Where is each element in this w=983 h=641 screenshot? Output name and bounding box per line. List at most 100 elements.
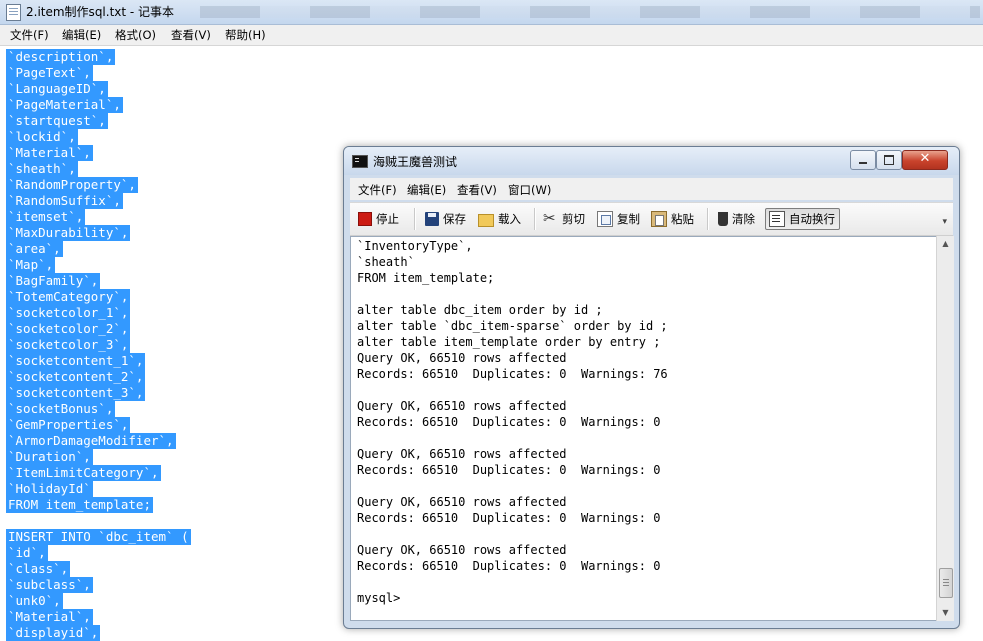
notepad-line: `socketcontent_3`, (6, 385, 146, 401)
scroll-down-icon[interactable]: ▼ (937, 605, 954, 621)
notepad-line: `MaxDurability`, (6, 225, 131, 241)
notepad-line: `sheath`, (6, 161, 78, 177)
notepad-line: `ArmorDamageModifier`, (6, 433, 176, 449)
notepad-menubar: 文件(F) 编辑(E) 格式(O) 查看(V) 帮助(H) (0, 25, 983, 46)
stop-icon (358, 212, 372, 226)
console-window-title: 海贼王魔兽测试 (373, 155, 458, 169)
cut-button[interactable]: 剪切 (543, 209, 585, 228)
notepad-line: `socketcolor_1`, (6, 305, 131, 321)
scissors-icon (543, 209, 558, 227)
notepad-line: `socketcontent_1`, (6, 353, 146, 369)
copy-icon (597, 211, 613, 227)
console-line: alter table `dbc_item-sparse` order by i… (357, 319, 668, 333)
notepad-line: `socketcontent_2`, (6, 369, 146, 385)
notepad-icon (6, 4, 21, 21)
console-line: Records: 66510 Duplicates: 0 Warnings: 7… (357, 367, 668, 381)
close-button[interactable]: ✕ (902, 150, 948, 170)
notepad-line: `LanguageID`, (6, 81, 108, 97)
clear-label: 清除 (732, 212, 755, 226)
notepad-line: `GemProperties`, (6, 417, 131, 433)
notepad-line: `area`, (6, 241, 63, 257)
console-line: `sheath` (357, 255, 415, 269)
notepad-line: `Duration`, (6, 449, 93, 465)
console-menu-view[interactable]: 查看(V) (457, 182, 497, 198)
cut-label: 剪切 (562, 212, 585, 226)
auto-wrap-toggle[interactable]: 自动换行 (765, 208, 840, 230)
console-line: Query OK, 66510 rows affected (357, 447, 567, 461)
notepad-line: `Material`, (6, 609, 93, 625)
notepad-line: `id`, (6, 545, 48, 561)
notepad-line: `socketcolor_3`, (6, 337, 131, 353)
notepad-line: `startquest`, (6, 113, 108, 129)
menu-file[interactable]: 文件(F) (10, 27, 49, 43)
console-menu-file[interactable]: 文件(F) (358, 182, 397, 198)
notepad-window-title: 2.item制作sql.txt - 记事本 (26, 5, 175, 19)
console-output[interactable]: `InventoryType`, `sheath` FROM item_templa… (350, 236, 937, 621)
close-icon: ✕ (919, 151, 931, 166)
notepad-line: `lockid`, (6, 129, 78, 145)
notepad-line: `socketBonus`, (6, 401, 116, 417)
paste-button[interactable]: 粘贴 (651, 210, 694, 228)
notepad-line: `class`, (6, 561, 71, 577)
save-button[interactable]: 保存 (425, 210, 466, 228)
stop-label: 停止 (376, 212, 399, 226)
notepad-line: `RandomSuffix`, (6, 193, 123, 209)
notepad-line: `socketcolor_2`, (6, 321, 131, 337)
toolbar-overflow-icon[interactable]: ▾ (942, 217, 947, 227)
console-menu-window[interactable]: 窗口(W) (508, 182, 551, 198)
console-line: Query OK, 66510 rows affected (357, 495, 567, 509)
menu-help[interactable]: 帮助(H) (225, 27, 266, 43)
notepad-line: `description`, (6, 49, 116, 65)
folder-icon (478, 213, 494, 227)
console-line: Records: 66510 Duplicates: 0 Warnings: 0 (357, 559, 661, 573)
console-line: alter table item_template order by entry… (357, 335, 661, 349)
clear-button[interactable]: 清除 (716, 210, 755, 228)
console-line: Query OK, 66510 rows affected (357, 543, 567, 557)
notepad-line: `Map`, (6, 257, 56, 273)
save-label: 保存 (443, 212, 466, 226)
notepad-line: `Material`, (6, 145, 93, 161)
toolbar-separator (414, 208, 416, 230)
taskbar-tabs-blurred (200, 6, 980, 18)
copy-label: 复制 (617, 212, 640, 226)
console-line: Records: 66510 Duplicates: 0 Warnings: 0 (357, 463, 661, 477)
notepad-line: `PageMaterial`, (6, 97, 123, 113)
console-line: Records: 66510 Duplicates: 0 Warnings: 0 (357, 511, 661, 525)
notepad-line: `displayid`, (6, 625, 101, 641)
toolbar-separator (707, 208, 709, 230)
toolbar-separator (534, 208, 536, 230)
console-line: Query OK, 66510 rows affected (357, 399, 567, 413)
console-menu-edit[interactable]: 编辑(E) (407, 182, 446, 198)
notepad-line: `ItemLimitCategory`, (6, 465, 161, 481)
console-line: mysql> (357, 591, 401, 605)
notepad-line: `HolidayId` (6, 481, 93, 497)
notepad-line: `RandomProperty`, (6, 177, 138, 193)
console-line: `InventoryType`, (357, 239, 473, 253)
word-wrap-icon (769, 211, 785, 227)
minimize-button[interactable] (850, 150, 876, 170)
notepad-line: `BagFamily`, (6, 273, 101, 289)
scrollbar-thumb[interactable] (939, 568, 953, 598)
auto-wrap-label: 自动换行 (789, 212, 835, 226)
maximize-button[interactable] (876, 150, 902, 170)
console-line: FROM item_template; (357, 271, 495, 285)
console-line: Query OK, 66510 rows affected (357, 351, 567, 365)
copy-button[interactable]: 复制 (597, 210, 640, 228)
scroll-up-icon[interactable]: ▲ (937, 236, 954, 252)
load-button[interactable]: 载入 (478, 210, 521, 228)
menu-edit[interactable]: 编辑(E) (62, 27, 101, 43)
notepad-titlebar[interactable]: 2.item制作sql.txt - 记事本 (0, 0, 983, 25)
console-icon (352, 155, 368, 168)
notepad-line: FROM item_template; (6, 497, 153, 513)
paste-label: 粘贴 (671, 212, 694, 226)
notepad-line: `unk0`, (6, 593, 63, 609)
console-vertical-scrollbar[interactable]: ▲ ▼ (936, 236, 954, 621)
notepad-line: INSERT INTO `dbc_item` ( (6, 529, 191, 545)
menu-view[interactable]: 查看(V) (171, 27, 211, 43)
notepad-line: `subclass`, (6, 577, 93, 593)
menu-format[interactable]: 格式(O) (115, 27, 156, 43)
stop-button[interactable]: 停止 (358, 210, 399, 228)
console-titlebar[interactable]: 海贼王魔兽测试 ✕ (344, 147, 959, 175)
console-line: alter table dbc_item order by id ; (357, 303, 603, 317)
save-icon (425, 212, 439, 226)
